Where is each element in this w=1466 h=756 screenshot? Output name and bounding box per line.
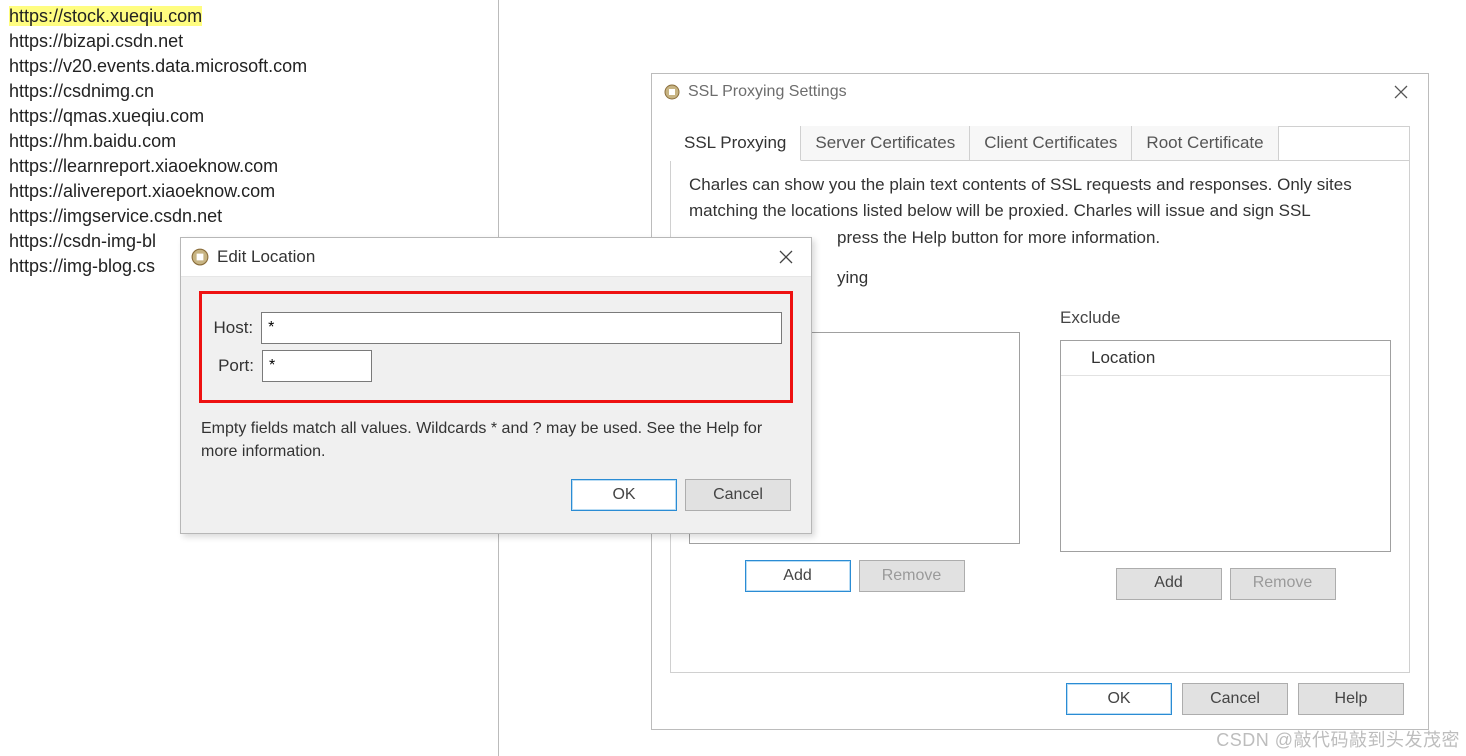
edit-location-dialog: Edit Location Host: Port: Empty fields m… — [180, 237, 812, 534]
include-remove-button[interactable]: Remove — [859, 560, 965, 592]
window-titlebar: SSL Proxying Settings — [652, 74, 1428, 110]
host-item[interactable]: https://csdnimg.cn — [8, 79, 486, 104]
exclude-listbox[interactable]: Location — [1060, 340, 1391, 552]
exclude-add-button[interactable]: Add — [1116, 568, 1222, 600]
help-button[interactable]: Help — [1298, 683, 1404, 715]
exclude-remove-button[interactable]: Remove — [1230, 568, 1336, 600]
app-icon — [191, 248, 209, 266]
highlight-box: Host: Port: — [199, 291, 793, 403]
tab-bar: SSL Proxying Server Certificates Client … — [670, 126, 1409, 161]
cancel-button[interactable]: Cancel — [685, 479, 791, 511]
tab-root-certificate[interactable]: Root Certificate — [1132, 126, 1278, 160]
ok-button[interactable]: OK — [1066, 683, 1172, 715]
wildcard-hint: Empty fields match all values. Wildcards… — [199, 417, 793, 463]
exclude-location-header: Location — [1061, 341, 1390, 376]
host-label: Host: — [206, 318, 253, 338]
include-add-button[interactable]: Add — [745, 560, 851, 592]
close-icon[interactable] — [1386, 83, 1416, 101]
host-input[interactable] — [261, 312, 782, 344]
enable-ssl-proxying-label-cut: ying — [837, 265, 1391, 291]
port-label: Port: — [206, 356, 254, 376]
window-title: SSL Proxying Settings — [688, 83, 847, 101]
dialog-titlebar: Edit Location — [181, 238, 811, 277]
port-input[interactable] — [262, 350, 372, 382]
app-icon — [664, 84, 680, 100]
host-item[interactable]: https://alivereport.xiaoeknow.com — [8, 179, 486, 204]
ok-button[interactable]: OK — [571, 479, 677, 511]
exclude-heading: Exclude — [1060, 305, 1391, 331]
cancel-button[interactable]: Cancel — [1182, 683, 1288, 715]
dialog-title: Edit Location — [217, 247, 315, 267]
exclude-column: Exclude Location Add Remove — [1060, 305, 1391, 599]
tab-server-certificates[interactable]: Server Certificates — [801, 126, 970, 160]
tab-client-certificates[interactable]: Client Certificates — [970, 126, 1132, 160]
host-item[interactable]: https://learnreport.xiaoeknow.com — [8, 154, 486, 179]
tab-ssl-proxying[interactable]: SSL Proxying — [670, 126, 801, 161]
host-item[interactable]: https://v20.events.data.microsoft.com — [8, 54, 486, 79]
host-item[interactable]: https://hm.baidu.com — [8, 129, 486, 154]
watermark: CSDN @敲代码敲到头发茂密 — [1216, 726, 1460, 752]
host-item[interactable]: https://bizapi.csdn.net — [8, 29, 486, 54]
close-icon[interactable] — [771, 248, 801, 266]
host-item[interactable]: https://qmas.xueqiu.com — [8, 104, 486, 129]
host-item[interactable]: https://imgservice.csdn.net — [8, 204, 486, 229]
host-item[interactable]: https://stock.xueqiu.com — [8, 4, 486, 29]
